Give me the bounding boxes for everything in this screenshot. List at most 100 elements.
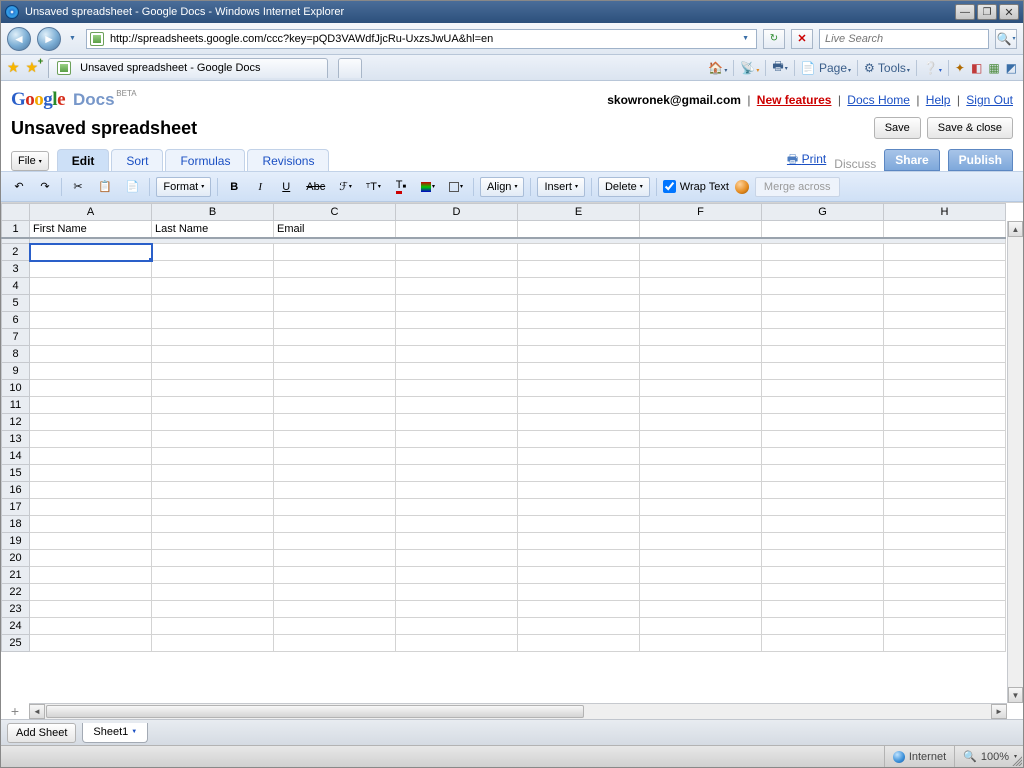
help-link[interactable]: Help	[926, 93, 951, 107]
cell[interactable]	[884, 482, 1006, 499]
cell[interactable]	[518, 261, 640, 278]
cell[interactable]	[762, 261, 884, 278]
cell[interactable]	[152, 516, 274, 533]
cell[interactable]	[30, 312, 152, 329]
cell[interactable]	[30, 295, 152, 312]
cell[interactable]	[396, 414, 518, 431]
cell[interactable]	[396, 329, 518, 346]
cell[interactable]	[30, 431, 152, 448]
tools-menu[interactable]: ⚙ Tools▾	[864, 61, 910, 75]
cell[interactable]	[518, 346, 640, 363]
cell[interactable]	[152, 482, 274, 499]
cell[interactable]	[518, 618, 640, 635]
help-icon[interactable]: ❔▾	[923, 61, 942, 75]
cell[interactable]	[274, 244, 396, 261]
cell[interactable]	[640, 533, 762, 550]
cell[interactable]	[884, 397, 1006, 414]
cell[interactable]	[518, 465, 640, 482]
cell[interactable]	[884, 363, 1006, 380]
row-header[interactable]: 12	[2, 414, 30, 431]
cell[interactable]	[274, 346, 396, 363]
url-input[interactable]	[108, 32, 740, 46]
cell[interactable]	[762, 312, 884, 329]
add-row-button[interactable]: +	[5, 703, 25, 719]
row-header[interactable]: 4	[2, 278, 30, 295]
ext3-icon[interactable]: ▦	[988, 61, 999, 75]
cell[interactable]	[152, 278, 274, 295]
cell[interactable]	[30, 499, 152, 516]
scroll-down-button[interactable]: ▼	[1008, 687, 1023, 703]
cell[interactable]	[152, 448, 274, 465]
cut-button[interactable]: ✂	[68, 177, 88, 197]
font-family-button[interactable]: ℱ▾	[335, 177, 356, 197]
cell[interactable]	[396, 346, 518, 363]
cell[interactable]	[274, 465, 396, 482]
cell[interactable]	[640, 312, 762, 329]
back-button[interactable]: ◄	[7, 27, 31, 51]
sheet-tab[interactable]: Sheet1▼	[82, 723, 148, 743]
font-size-button[interactable]: TT▾	[362, 177, 385, 197]
row-header[interactable]: 11	[2, 397, 30, 414]
cell[interactable]	[762, 329, 884, 346]
cell[interactable]	[762, 584, 884, 601]
cell[interactable]	[396, 363, 518, 380]
cell[interactable]	[152, 635, 274, 652]
row-header[interactable]: 23	[2, 601, 30, 618]
tab-edit[interactable]: Edit	[57, 149, 110, 171]
cell[interactable]	[274, 482, 396, 499]
cell[interactable]	[30, 278, 152, 295]
feeds-icon[interactable]: 📡▾	[740, 61, 759, 75]
row-header[interactable]: 16	[2, 482, 30, 499]
cell[interactable]	[640, 584, 762, 601]
cell[interactable]	[152, 295, 274, 312]
new-features-link[interactable]: New features	[757, 93, 832, 107]
cell[interactable]	[274, 414, 396, 431]
row-header[interactable]: 2	[2, 244, 30, 261]
cell[interactable]	[884, 221, 1006, 238]
cell[interactable]	[152, 244, 274, 261]
print-link[interactable]: Print	[787, 150, 826, 171]
cell[interactable]	[152, 380, 274, 397]
row-header[interactable]: 9	[2, 363, 30, 380]
strike-button[interactable]: Abc	[302, 177, 329, 197]
cell[interactable]	[884, 635, 1006, 652]
fill-color-button[interactable]: ▾	[417, 177, 439, 197]
search-button[interactable]: 🔍▾	[995, 29, 1017, 49]
row-header[interactable]: 8	[2, 346, 30, 363]
file-menu[interactable]: File▾	[11, 151, 49, 171]
row-header[interactable]: 20	[2, 550, 30, 567]
cell[interactable]	[274, 533, 396, 550]
cell[interactable]	[762, 550, 884, 567]
zoom-control[interactable]: 🔍 100% ▾	[954, 746, 1017, 767]
cell[interactable]	[518, 550, 640, 567]
stop-button[interactable]: ✕	[791, 29, 813, 49]
cell[interactable]	[884, 465, 1006, 482]
cell[interactable]	[396, 550, 518, 567]
ext2-icon[interactable]: ◧	[971, 61, 982, 75]
cell[interactable]	[884, 567, 1006, 584]
cell[interactable]	[762, 567, 884, 584]
cell[interactable]	[274, 448, 396, 465]
sign-out-link[interactable]: Sign Out	[966, 93, 1013, 107]
security-zone[interactable]: Internet	[884, 746, 946, 767]
cell[interactable]	[884, 244, 1006, 261]
cell[interactable]	[30, 380, 152, 397]
cell[interactable]	[30, 567, 152, 584]
vertical-scrollbar[interactable]: ▲ ▼	[1007, 221, 1023, 703]
col-header[interactable]: A	[30, 204, 152, 221]
horizontal-scrollbar[interactable]: ◄ ►	[29, 703, 1007, 719]
cell[interactable]	[762, 295, 884, 312]
cell[interactable]	[762, 635, 884, 652]
col-header[interactable]: B	[152, 204, 274, 221]
cell[interactable]	[640, 499, 762, 516]
refresh-button[interactable]: ↻	[763, 29, 785, 49]
cell[interactable]	[518, 516, 640, 533]
save-button[interactable]: Save	[874, 117, 921, 139]
cell[interactable]	[518, 601, 640, 618]
address-bar[interactable]: ▼	[86, 29, 757, 49]
cell[interactable]	[518, 635, 640, 652]
cell[interactable]	[274, 397, 396, 414]
cell[interactable]	[30, 465, 152, 482]
cell[interactable]	[30, 584, 152, 601]
cell[interactable]	[884, 278, 1006, 295]
